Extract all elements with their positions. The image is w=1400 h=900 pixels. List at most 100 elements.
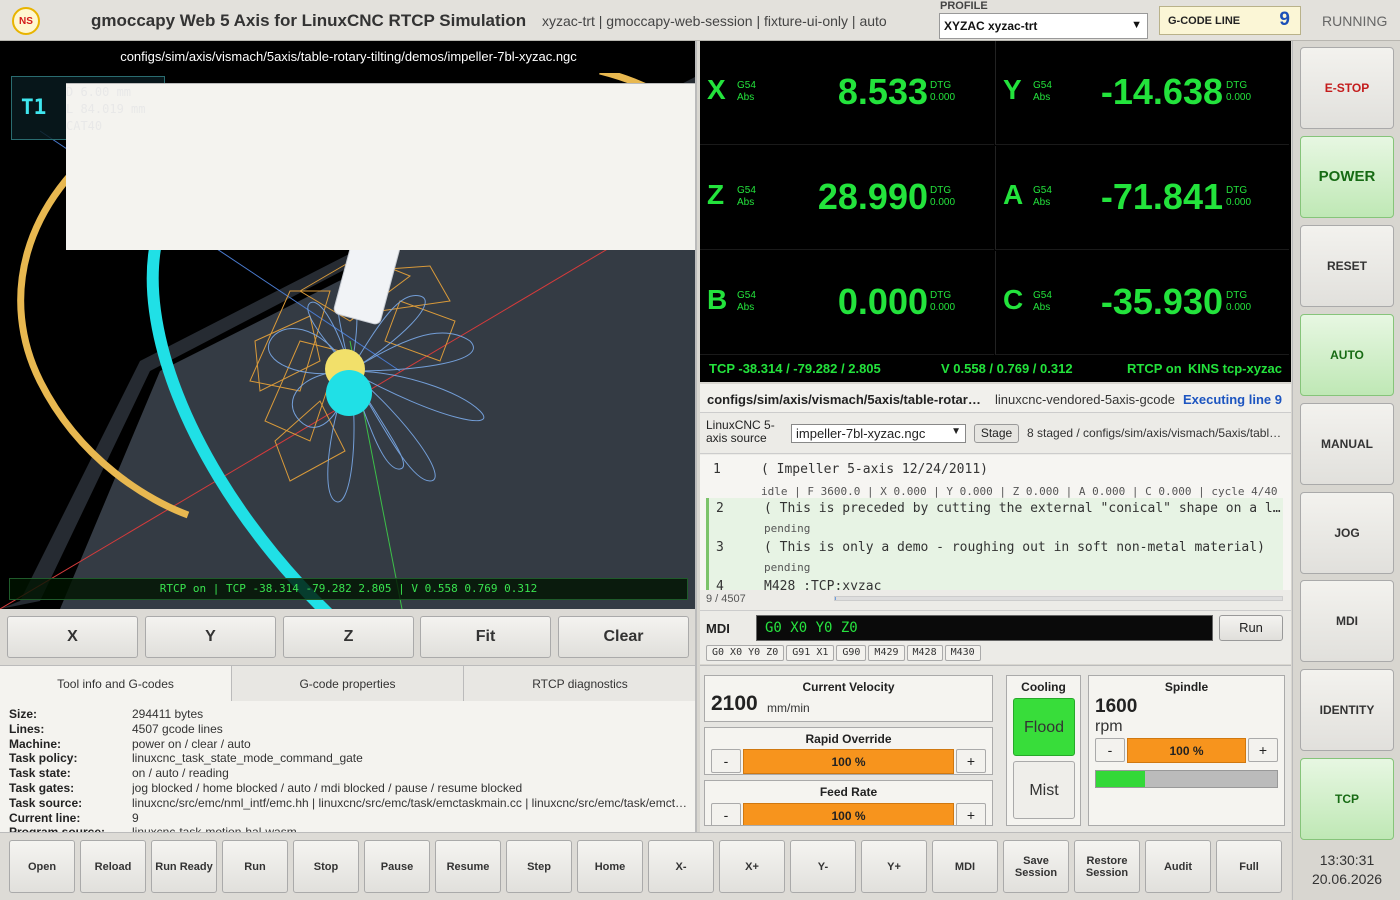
mdi-history-chip[interactable]: G0 X0 Y0 Z0: [706, 645, 785, 661]
property-row: Task policy: linuxcnc_task_state_mode_com…: [9, 751, 689, 766]
clock-time: 13:30:31: [1319, 852, 1375, 868]
audit-button[interactable]: Audit: [1145, 840, 1211, 893]
feed-rate-title: Feed Rate: [819, 785, 878, 799]
jog-mode-button[interactable]: JOG: [1300, 492, 1394, 574]
mdi-button[interactable]: MDI: [932, 840, 998, 893]
axis-letter: C: [1003, 284, 1024, 315]
program-source: linuxcnc-vendored-5axis-gcode: [995, 392, 1175, 407]
view-fit-button[interactable]: Fit: [420, 616, 551, 658]
axis-letter: A: [1003, 179, 1024, 210]
tab-gcode-properties[interactable]: G-code properties: [232, 666, 464, 701]
spindle-box: Spindle 1600 rpm - 100 % +: [1088, 675, 1285, 826]
dro-footer: TCP -38.314 / -79.282 / 2.805 V 0.558 / …: [700, 354, 1291, 382]
bottom-toolbar: Open Reload Run Ready Run Stop Pause Res…: [0, 832, 1291, 900]
toolpath-viewport[interactable]: configs/sim/axis/vismach/5axis/table-rot…: [0, 41, 697, 609]
stop-button[interactable]: Stop: [293, 840, 359, 893]
jog-y-minus-button[interactable]: Y-: [790, 840, 856, 893]
step-button[interactable]: Step: [506, 840, 572, 893]
tab-rtcp-diagnostics[interactable]: RTCP diagnostics: [464, 666, 695, 701]
gcode-line-active[interactable]: 4 M428 ;TCP:xyzac: [706, 576, 1283, 590]
mdi-row: MDI G0 X0 Y0 Z0 Run G0 X0 Y0 Z0 G91 X1 G90…: [700, 610, 1291, 664]
mdi-input[interactable]: G0 X0 Y0 Z0: [756, 615, 1213, 641]
mdi-run-button[interactable]: Run: [1219, 615, 1283, 641]
rapid-increase-button[interactable]: +: [956, 749, 986, 773]
axis-value: -35.930: [1100, 281, 1223, 322]
rapid-decrease-button[interactable]: -: [711, 749, 741, 773]
axis-wcs: G54 Abs: [737, 185, 756, 209]
gcode-line-active[interactable]: 2 ( This is preceded by cutting the exte…: [706, 498, 1284, 537]
gcode-line-active[interactable]: 3 ( This is only a demo - roughing out i…: [706, 537, 1283, 576]
auto-mode-button[interactable]: AUTO: [1300, 314, 1394, 396]
axis-letter: X: [707, 74, 726, 105]
axis-wcs: G54 Abs: [1033, 290, 1052, 314]
tcp-button[interactable]: TCP: [1300, 758, 1394, 840]
identity-button[interactable]: IDENTITY: [1300, 669, 1394, 751]
property-key: Current line:: [9, 810, 81, 825]
resume-button[interactable]: Resume: [435, 840, 501, 893]
mdi-history-chip[interactable]: G91 X1: [786, 645, 835, 661]
property-row: Machine: power on / clear / auto: [9, 737, 689, 752]
rapid-override-slider[interactable]: 100 %: [743, 749, 954, 774]
jog-y-plus-button[interactable]: Y+: [861, 840, 927, 893]
tool-details: D 6.00 mm L 84.019 mm CAT40: [66, 83, 695, 250]
rapid-override-box: Rapid Override - 100 % +: [704, 727, 993, 775]
axis-dtg-label: DTG: [1226, 185, 1248, 196]
feed-increase-button[interactable]: +: [956, 803, 986, 825]
mdi-mode-button[interactable]: MDI: [1300, 580, 1394, 662]
source-selector-row: LinuxCNC 5-axis source impeller-7bl-xyza…: [700, 414, 1291, 454]
spindle-decrease-button[interactable]: -: [1095, 738, 1125, 762]
reload-button[interactable]: Reload: [80, 840, 146, 893]
profile-label: PROFILE: [940, 0, 988, 12]
property-key: Task gates:: [9, 780, 75, 795]
flood-toggle[interactable]: Flood: [1013, 698, 1075, 756]
spindle-override-slider[interactable]: 100 %: [1127, 738, 1246, 763]
feed-decrease-button[interactable]: -: [711, 803, 741, 825]
jog-x-minus-button[interactable]: X-: [648, 840, 714, 893]
view-z-button[interactable]: Z: [283, 616, 414, 658]
save-session-button[interactable]: Save Session: [1003, 840, 1069, 893]
run-state: RUNNING: [1322, 13, 1388, 29]
gcode-line[interactable]: 1 ( Impeller 5-axis 12/24/2011) idle | F…: [706, 459, 1283, 498]
open-button[interactable]: Open: [9, 840, 75, 893]
feed-rate-slider[interactable]: 100 %: [743, 803, 954, 825]
spindle-speed-value: 1600: [1095, 696, 1138, 717]
source-file-select[interactable]: impeller-7bl-xyzac.ngc ▼: [791, 424, 966, 443]
manual-mode-button[interactable]: MANUAL: [1300, 403, 1394, 485]
mist-toggle[interactable]: Mist: [1013, 761, 1075, 819]
property-key: Task source:: [9, 795, 83, 810]
axis-mode-label: Abs: [1033, 92, 1051, 103]
gcode-line-text: ( This is only a demo - roughing out in …: [764, 540, 1265, 555]
power-button[interactable]: POWER: [1300, 136, 1394, 218]
restore-session-button[interactable]: Restore Session: [1074, 840, 1140, 893]
mdi-history-chip[interactable]: G90: [836, 645, 867, 661]
reset-button[interactable]: RESET: [1300, 225, 1394, 307]
clock-date: 20.06.2026: [1311, 871, 1383, 887]
view-clear-button[interactable]: Clear: [558, 616, 689, 658]
program-progress-count: 9 / 4507: [706, 593, 746, 605]
tool-diameter: D 6.00 mm: [66, 85, 132, 99]
tab-tool-info[interactable]: Tool info and G-codes: [0, 666, 232, 701]
mdi-history-chip[interactable]: M429: [868, 645, 905, 661]
stage-button[interactable]: Stage: [974, 424, 1019, 443]
mdi-history-chip[interactable]: M428: [906, 645, 943, 661]
pause-button[interactable]: Pause: [364, 840, 430, 893]
kinematics-status: KINS tcp-xyzac: [1188, 361, 1282, 376]
velocity-box: Current Velocity 2100 mm/min: [704, 675, 993, 722]
fullscreen-button[interactable]: Full: [1216, 840, 1282, 893]
home-button[interactable]: Home: [577, 840, 643, 893]
dro-panel: X G54 Abs 8.533 DTG 0.000 Y G54 Abs -14.638…: [700, 41, 1291, 382]
gcode-listing[interactable]: 1 ( Impeller 5-axis 12/24/2011) idle | F…: [700, 455, 1291, 590]
profile-select[interactable]: XYZAC xyzac-trt ▼: [939, 13, 1148, 39]
run-ready-button[interactable]: Run Ready: [151, 840, 217, 893]
info-panel: Tool info and G-codes G-code properties …: [0, 665, 697, 832]
property-value: power on / clear / auto: [132, 736, 251, 751]
run-button[interactable]: Run: [222, 840, 288, 893]
view-x-button[interactable]: X: [7, 616, 138, 658]
jog-x-plus-button[interactable]: X+: [719, 840, 785, 893]
estop-button[interactable]: E-STOP: [1300, 47, 1394, 129]
mode-sidebar: E-STOP POWER RESET AUTO MANUAL JOG MDI I…: [1292, 41, 1400, 900]
spindle-increase-button[interactable]: +: [1248, 738, 1278, 762]
mdi-history-chip[interactable]: M430: [944, 645, 981, 661]
gcode-line-indicator: G-CODE LINE 9: [1159, 6, 1301, 35]
view-y-button[interactable]: Y: [145, 616, 276, 658]
